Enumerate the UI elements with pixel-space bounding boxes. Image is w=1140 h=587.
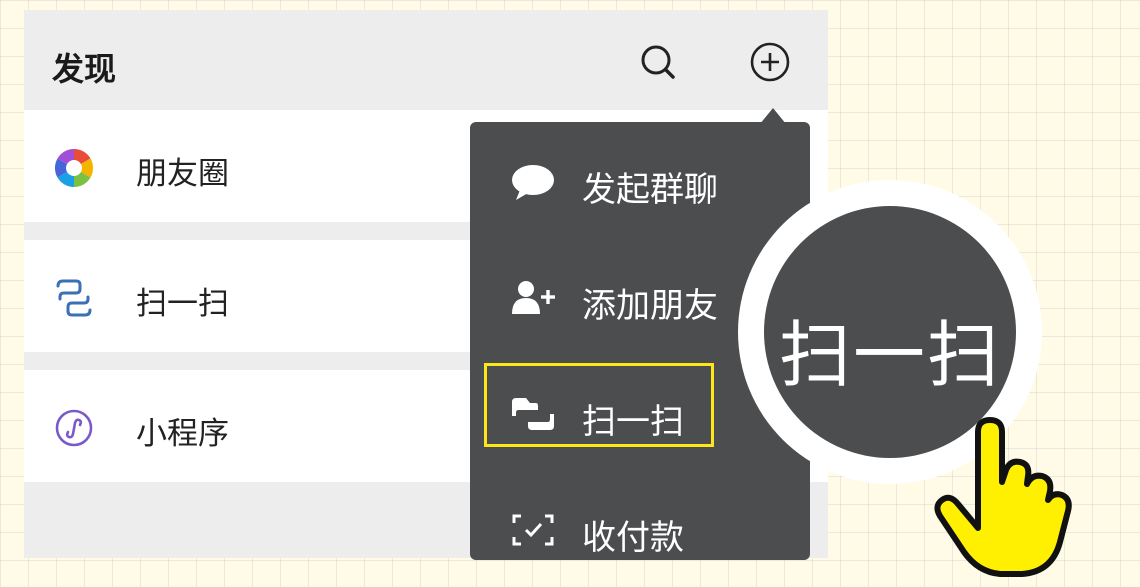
list-item-label: 小程序 (136, 416, 229, 452)
menu-item-label: 发起群聊 (582, 170, 718, 210)
search-icon[interactable] (636, 40, 680, 84)
zoom-callout-label: 扫一扫 (778, 313, 1001, 397)
pointing-hand-icon (920, 412, 1090, 582)
top-bar: 发现 (24, 10, 828, 108)
payment-icon (510, 510, 556, 550)
menu-item-label: 收付款 (582, 518, 684, 558)
mini-program-icon (52, 406, 96, 450)
page-title: 发现 (52, 50, 117, 88)
chat-bubble-icon (510, 162, 556, 202)
list-item-label: 扫一扫 (136, 286, 229, 322)
moments-icon (52, 146, 96, 190)
list-item-label: 朋友圈 (136, 156, 229, 192)
scan-icon (52, 276, 96, 320)
menu-item-group-chat[interactable]: 发起群聊 (470, 126, 810, 236)
menu-item-payment[interactable]: 收付款 (470, 474, 810, 584)
menu-item-label: 添加朋友 (582, 286, 718, 326)
add-friend-icon (510, 278, 556, 318)
highlight-box (484, 363, 714, 447)
plus-circle-icon[interactable] (748, 40, 792, 84)
